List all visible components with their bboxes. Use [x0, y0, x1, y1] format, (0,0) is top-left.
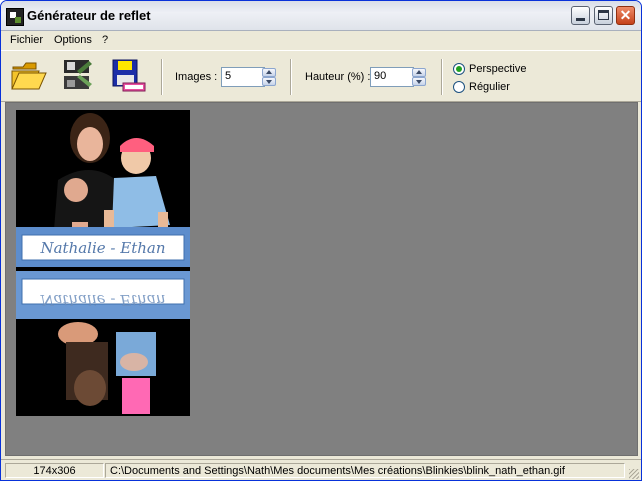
toolbar: Images : 5 Hauteur (%) : 90 Perspective … [1, 50, 641, 102]
window-title: Générateur de reflet [27, 8, 151, 23]
regular-radio[interactable] [453, 81, 465, 93]
toolbar-separator [161, 59, 163, 95]
menu-bar: Fichier Options ? [1, 31, 641, 49]
height-label: Hauteur (%) : [305, 71, 371, 83]
height-spin-up-button[interactable] [412, 68, 426, 77]
maximize-button[interactable] [594, 6, 613, 25]
status-dimensions: 174x306 [5, 463, 104, 478]
reflected-banner-text: Nathalie - Ethan [39, 291, 165, 309]
images-input[interactable]: 5 [221, 67, 265, 87]
status-file-path: C:\Documents and Settings\Nath\Mes docum… [105, 463, 625, 478]
save-button[interactable] [109, 57, 149, 93]
height-spin-down-button[interactable] [412, 77, 426, 86]
images-spin-up-button[interactable] [262, 68, 276, 77]
perspective-label[interactable]: Perspective [469, 63, 526, 75]
resize-grip-icon[interactable] [629, 469, 639, 479]
images-spin-down-button[interactable] [262, 77, 276, 86]
save-disk-icon [112, 59, 146, 92]
height-input[interactable]: 90 [370, 67, 414, 87]
title-bar[interactable]: Générateur de reflet ✕ [1, 1, 641, 31]
app-icon [6, 8, 24, 26]
close-icon: ✕ [619, 7, 632, 23]
folder-open-icon [11, 62, 47, 90]
reflect-button[interactable] [59, 57, 99, 93]
maximize-icon [598, 10, 609, 20]
open-button[interactable] [9, 57, 49, 93]
minimize-button[interactable] [571, 6, 590, 25]
toolbar-separator [290, 59, 292, 95]
close-button[interactable]: ✕ [616, 6, 635, 25]
app-window: Générateur de reflet ✕ Fichier Options ? [0, 0, 642, 481]
menu-fichier[interactable]: Fichier [10, 34, 43, 46]
regular-label[interactable]: Régulier [469, 81, 510, 93]
status-bar: 174x306 C:\Documents and Settings\Nath\M… [1, 459, 641, 480]
images-label: Images : [175, 71, 218, 83]
reflection-preview-image: Nathalie - Ethan Nathalie - Ethan [16, 110, 190, 416]
perspective-radio[interactable] [453, 63, 465, 75]
toolbar-separator [441, 59, 443, 95]
preview-graphic: Nathalie - Ethan Nathalie - Ethan [16, 113, 190, 414]
menu-help[interactable]: ? [102, 34, 108, 46]
mirror-image-icon [64, 60, 92, 89]
menu-options[interactable]: Options [54, 34, 92, 46]
canvas-area: Nathalie - Ethan Nathalie - Ethan [5, 102, 638, 456]
banner-text: Nathalie - Ethan [39, 239, 165, 257]
minimize-icon [576, 18, 585, 21]
